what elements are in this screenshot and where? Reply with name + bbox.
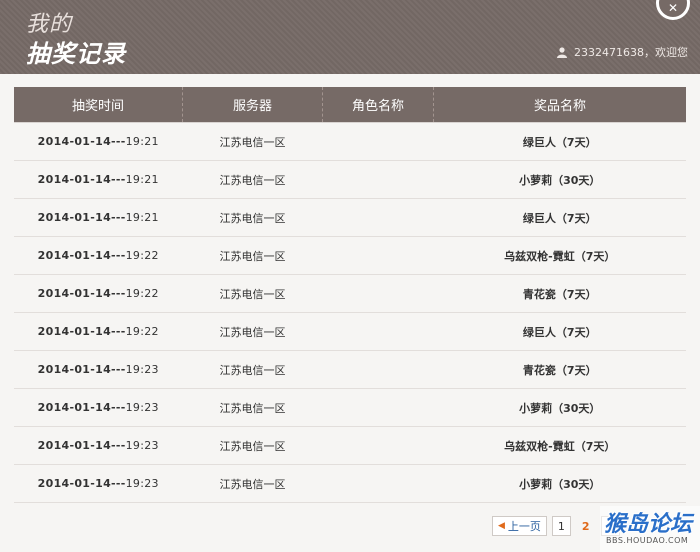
time-date: 2014-01-14--- [37,173,126,186]
records-table: 抽奖时间 服务器 角色名称 奖品名称 2014-01-14---19:21 江苏电… [14,87,686,503]
table-row: 2014-01-14---19:21 江苏电信一区 绿巨人（7天） [14,198,686,237]
cell-role [322,274,434,313]
cell-server: 江苏电信一区 [182,198,323,237]
cell-server: 江苏电信一区 [182,122,323,161]
arrow-left-icon: ◀ [498,521,505,531]
cell-time: 2014-01-14---19:23 [14,464,183,503]
watermark-logo: 猴岛论坛 [604,511,693,537]
table-row: 2014-01-14---19:22 江苏电信一区 青花瓷（7天） [14,274,686,313]
time-clock: 19:23 [125,477,159,490]
cell-prize: 小萝莉（30天） [433,160,686,199]
cell-server: 江苏电信一区 [182,312,323,351]
cell-prize: 乌兹双枪-霓虹（7天） [433,426,686,465]
prev-page-label: 上一页 [507,520,541,533]
column-header-server: 服务器 [182,87,323,123]
cell-time: 2014-01-14---19:22 [14,274,183,313]
cell-time: 2014-01-14---19:21 [14,160,183,199]
cell-server: 江苏电信一区 [182,160,323,199]
page-title: 抽奖记录 [26,39,126,68]
cell-time: 2014-01-14---19:22 [14,236,183,275]
time-date: 2014-01-14--- [37,401,126,414]
cell-server: 江苏电信一区 [182,274,323,313]
cell-role [322,122,434,161]
time-date: 2014-01-14--- [37,363,126,376]
welcome-text: ，欢迎您 [644,46,688,59]
time-clock: 19:22 [125,249,159,262]
cell-server: 江苏电信一区 [182,388,323,427]
column-header-prize: 奖品名称 [433,87,686,123]
prev-page-button[interactable]: ◀ 上一页 [492,516,547,536]
page-header: 我的 抽奖记录 2332471638 ，欢迎您 [0,0,700,74]
cell-time: 2014-01-14---19:21 [14,198,183,237]
time-clock: 19:22 [125,287,159,300]
cell-prize: 绿巨人（7天） [433,312,686,351]
time-date: 2014-01-14--- [37,477,126,490]
watermark-url: BBS.HOUDAO.COM [606,536,689,545]
cell-role [322,160,434,199]
column-header-time: 抽奖时间 [14,87,183,123]
table-row: 2014-01-14---19:22 江苏电信一区 绿巨人（7天） [14,312,686,351]
page-button-2[interactable]: 2 [576,516,596,536]
cell-time: 2014-01-14---19:23 [14,350,183,389]
cell-prize: 绿巨人（7天） [433,122,686,161]
cell-time: 2014-01-14---19:21 [14,122,183,161]
cell-time: 2014-01-14---19:23 [14,426,183,465]
cell-role [322,426,434,465]
time-clock: 19:23 [125,439,159,452]
cell-prize: 乌兹双枪-霓虹（7天） [433,236,686,275]
table-row: 2014-01-14---19:22 江苏电信一区 乌兹双枪-霓虹（7天） [14,236,686,275]
watermark: 猴岛论坛 BBS.HOUDAO.COM [600,506,700,552]
table-row: 2014-01-14---19:23 江苏电信一区 青花瓷（7天） [14,350,686,389]
table-row: 2014-01-14---19:23 江苏电信一区 乌兹双枪-霓虹（7天） [14,426,686,465]
time-clock: 19:21 [125,211,159,224]
cell-role [322,198,434,237]
cell-role [322,350,434,389]
user-info: 2332471638 ，欢迎您 [556,44,688,60]
user-id[interactable]: 2332471638 [574,46,644,59]
table-row: 2014-01-14---19:21 江苏电信一区 绿巨人（7天） [14,122,686,161]
cell-time: 2014-01-14---19:22 [14,312,183,351]
table-row: 2014-01-14---19:23 江苏电信一区 小萝莉（30天） [14,388,686,427]
cell-prize: 小萝莉（30天） [433,464,686,503]
time-clock: 19:23 [125,401,159,414]
time-date: 2014-01-14--- [37,325,126,338]
cell-role [322,388,434,427]
time-date: 2014-01-14--- [37,135,126,148]
cell-server: 江苏电信一区 [182,464,323,503]
column-header-role: 角色名称 [322,87,434,123]
cell-server: 江苏电信一区 [182,236,323,275]
time-clock: 19:21 [125,173,159,186]
cell-prize: 青花瓷（7天） [433,350,686,389]
time-clock: 19:21 [125,135,159,148]
cell-server: 江苏电信一区 [182,350,323,389]
user-icon [556,46,568,58]
time-date: 2014-01-14--- [37,439,126,452]
time-date: 2014-01-14--- [37,249,126,262]
cell-prize: 青花瓷（7天） [433,274,686,313]
cell-prize: 小萝莉（30天） [433,388,686,427]
table-row: 2014-01-14---19:21 江苏电信一区 小萝莉（30天） [14,160,686,199]
cell-time: 2014-01-14---19:23 [14,388,183,427]
time-date: 2014-01-14--- [37,211,126,224]
time-date: 2014-01-14--- [37,287,126,300]
cell-role [322,236,434,275]
page-button-1[interactable]: 1 [551,516,571,536]
cell-role [322,312,434,351]
cell-role [322,464,434,503]
table-row: 2014-01-14---19:23 江苏电信一区 小萝莉（30天） [14,464,686,503]
cell-prize: 绿巨人（7天） [433,198,686,237]
time-clock: 19:23 [125,363,159,376]
cell-server: 江苏电信一区 [182,426,323,465]
time-clock: 19:22 [125,325,159,338]
table-header-row: 抽奖时间 服务器 角色名称 奖品名称 [14,87,686,123]
close-icon: ✕ [667,1,679,15]
